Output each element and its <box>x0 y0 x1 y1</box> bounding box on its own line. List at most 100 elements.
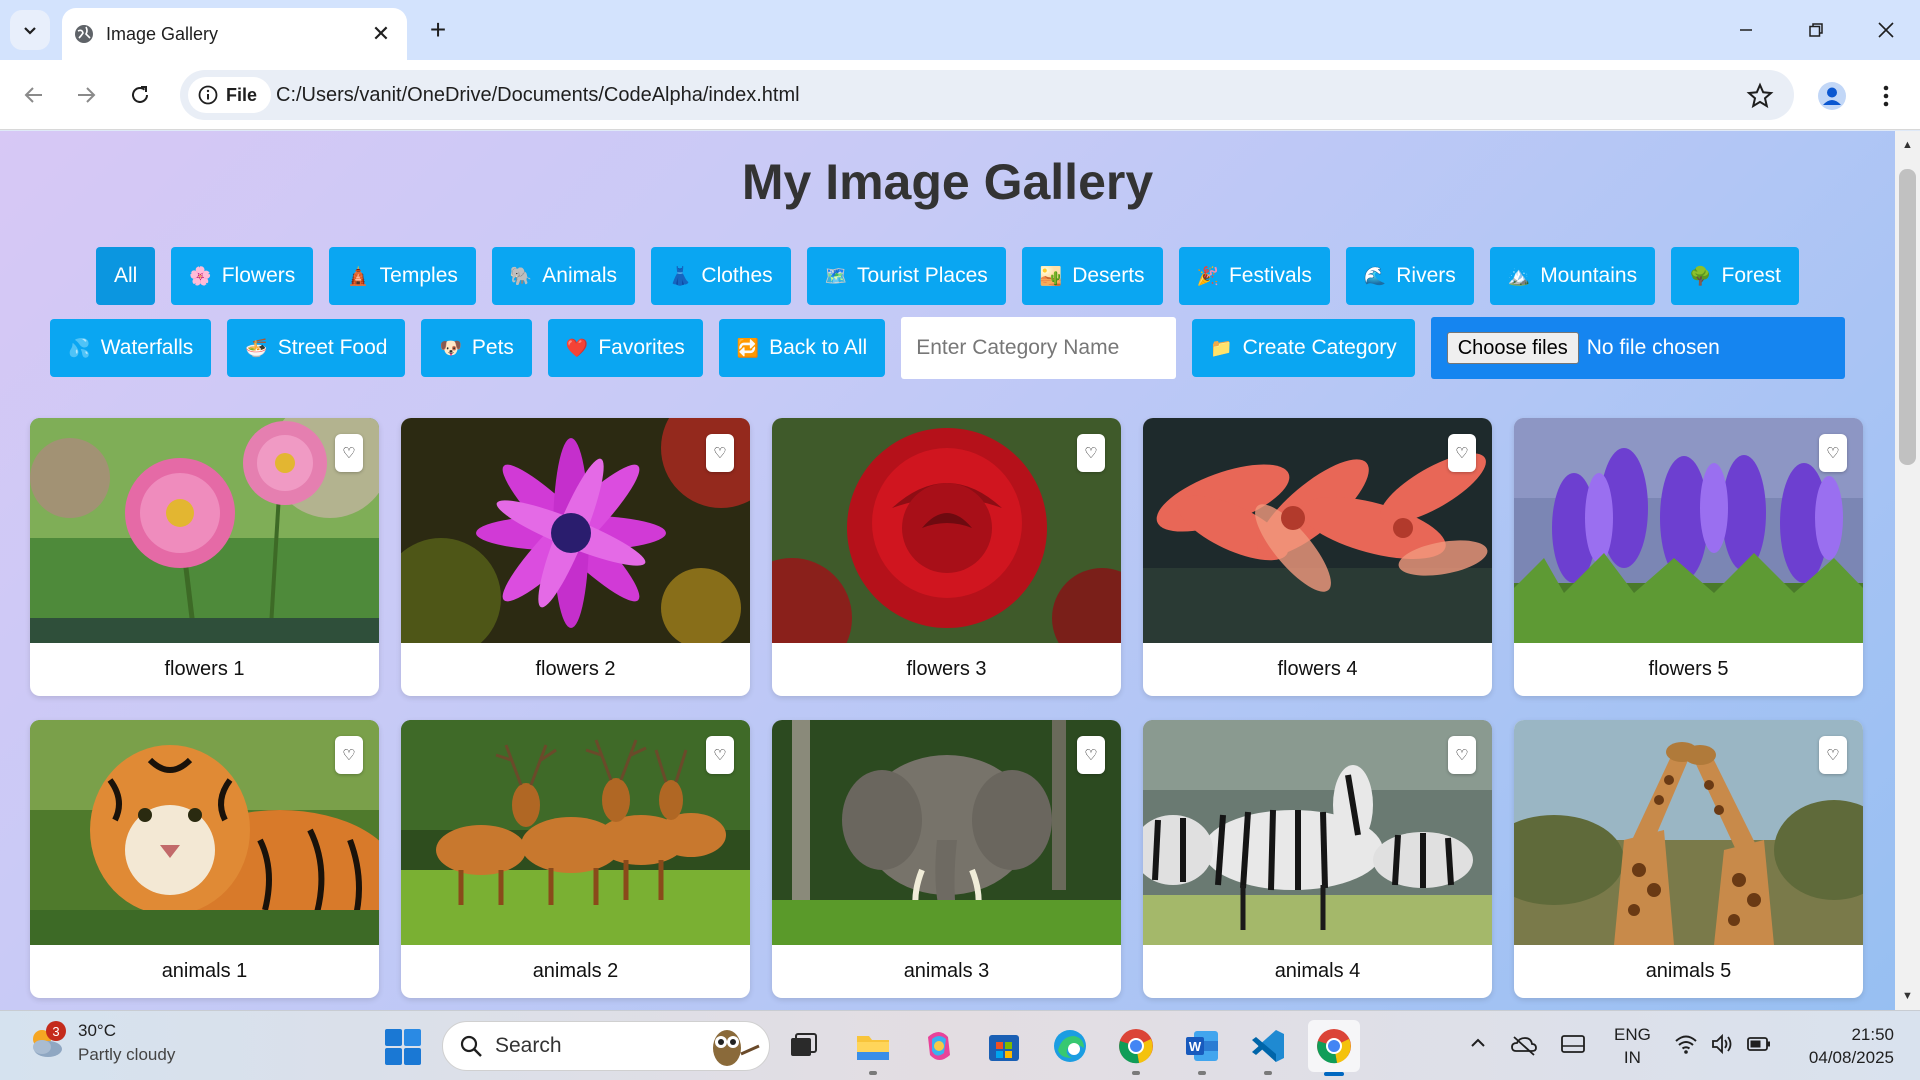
word-icon[interactable]: W <box>1181 1025 1223 1075</box>
category-button-favorites[interactable]: ❤️ Favorites <box>547 319 703 377</box>
category-name-input[interactable] <box>901 317 1177 379</box>
favorite-heart-icon[interactable]: ♡ <box>335 434 363 472</box>
gallery-card[interactable]: ♡ flowers 1 <box>30 418 379 696</box>
weather-badge: 3 <box>46 1021 66 1041</box>
category-button-flowers[interactable]: 🌸 Flowers <box>171 247 314 305</box>
minimize-button[interactable] <box>1724 8 1768 52</box>
bookmark-star-icon[interactable] <box>1746 82 1774 110</box>
category-button-all[interactable]: All <box>95 247 156 305</box>
gallery-image-giraffe[interactable]: ♡ <box>1514 720 1863 945</box>
repeat-icon: 🔁 <box>736 337 760 358</box>
category-button-temples[interactable]: 🛕 Temples <box>329 247 476 305</box>
reload-button[interactable] <box>118 73 162 117</box>
chrome-active-icon[interactable] <box>1308 1020 1360 1076</box>
category-label: Flowers <box>221 264 296 287</box>
favorite-heart-icon[interactable]: ♡ <box>1819 434 1847 472</box>
taskbar-search-box[interactable]: Search <box>442 1021 770 1071</box>
category-button-pets[interactable]: 🐶 Pets <box>421 319 532 377</box>
gallery-card[interactable]: ♡ flowers 4 <box>1143 418 1492 696</box>
weather-temperature: 30°C <box>78 1021 116 1040</box>
category-button-mountains[interactable]: 🏔️ Mountains <box>1489 247 1656 305</box>
close-window-button[interactable] <box>1864 8 1908 52</box>
gallery-card[interactable]: ♡ animals 2 <box>401 720 750 998</box>
category-button-clothes[interactable]: 👗 Clothes <box>651 247 791 305</box>
card-caption: flowers 2 <box>535 658 616 680</box>
favorite-heart-icon[interactable]: ♡ <box>1819 736 1847 774</box>
back-to-all-button[interactable]: 🔁 Back to All <box>718 319 886 377</box>
gallery-card[interactable]: ♡ animals 1 <box>30 720 379 998</box>
new-tab-button[interactable]: + <box>420 12 456 48</box>
scroll-up-arrow-icon[interactable]: ▲ <box>1895 135 1920 155</box>
browser-tab-image-gallery[interactable]: Image Gallery ✕ <box>62 8 407 60</box>
site-info-chip[interactable]: File <box>188 77 272 113</box>
category-button-forest[interactable]: 🌳 Forest <box>1671 247 1800 305</box>
address-bar[interactable]: File C:/Users/vanit/OneDrive/Documents/C… <box>180 70 1794 120</box>
chrome-icon[interactable] <box>1115 1025 1157 1075</box>
forward-button[interactable] <box>64 73 108 117</box>
onedrive-offline-icon[interactable] <box>1510 1033 1538 1057</box>
scroll-down-arrow-icon[interactable]: ▼ <box>1895 986 1920 1006</box>
category-button-waterfalls[interactable]: 💦 Waterfalls <box>50 319 212 377</box>
show-hidden-icons-button[interactable] <box>1468 1033 1488 1053</box>
folder-icon: 📁 <box>1210 337 1233 358</box>
language-indicator[interactable]: ENG IN <box>1614 1023 1651 1069</box>
copilot-icon[interactable] <box>918 1025 960 1067</box>
touch-keyboard-icon[interactable] <box>1560 1033 1586 1055</box>
category-button-animals[interactable]: 🐘 Animals <box>491 247 635 305</box>
create-category-button[interactable]: 📁 Create Category <box>1192 319 1415 377</box>
gallery-card[interactable]: ♡ flowers 3 <box>772 418 1121 696</box>
favorite-heart-icon[interactable]: ♡ <box>706 736 734 774</box>
category-button-deserts[interactable]: 🏜️ Deserts <box>1021 247 1163 305</box>
vscode-icon[interactable] <box>1247 1025 1289 1075</box>
favorite-heart-icon[interactable]: ♡ <box>1448 736 1476 774</box>
gallery-image-elephant[interactable]: ♡ <box>772 720 1121 945</box>
gallery-image-crocus-purple[interactable]: ♡ <box>1514 418 1863 643</box>
battery-icon[interactable] <box>1746 1033 1772 1055</box>
category-label: Pets <box>471 336 514 359</box>
gallery-card[interactable]: ♡ animals 4 <box>1143 720 1492 998</box>
url-text[interactable]: C:/Users/vanit/OneDrive/Documents/CodeAl… <box>276 84 800 107</box>
file-explorer-icon[interactable] <box>852 1025 894 1075</box>
scrollbar-thumb[interactable] <box>1899 169 1916 465</box>
gallery-card[interactable]: ♡ animals 3 <box>772 720 1121 998</box>
category-button-rivers[interactable]: 🌊 Rivers <box>1345 247 1474 305</box>
favorite-heart-icon[interactable]: ♡ <box>1077 736 1105 774</box>
task-view-icon[interactable] <box>782 1025 824 1067</box>
category-label: Clothes <box>701 264 773 287</box>
gallery-card[interactable]: ♡ animals 5 <box>1514 720 1863 998</box>
category-row-2: 💦 Waterfalls 🍜 Street Food 🐶 Pets ❤️ Favorit… <box>0 317 1895 379</box>
gallery-image-deer[interactable]: ♡ <box>401 720 750 945</box>
gallery-image-flower-pink[interactable]: ♡ <box>30 418 379 643</box>
gallery-card[interactable]: ♡ flowers 5 <box>1514 418 1863 696</box>
system-clock[interactable]: 21:50 04/08/2025 <box>1798 1023 1894 1069</box>
weather-widget[interactable]: 3 30°C Partly cloudy <box>26 1019 175 1067</box>
browser-menu-button[interactable] <box>1868 76 1904 116</box>
choose-files-button[interactable]: Choose files <box>1446 332 1579 364</box>
vertical-scrollbar[interactable]: ▲ ▼ <box>1895 131 1920 1010</box>
back-button[interactable] <box>12 73 56 117</box>
edge-browser-icon[interactable] <box>1049 1025 1091 1067</box>
wifi-icon[interactable] <box>1674 1033 1698 1055</box>
category-button-festivals[interactable]: 🎉 Festivals <box>1178 247 1330 305</box>
category-label: Tourist Places <box>857 264 988 287</box>
gallery-card[interactable]: ♡ flowers 2 <box>401 418 750 696</box>
favorite-heart-icon[interactable]: ♡ <box>1448 434 1476 472</box>
file-upload-input[interactable]: Choose files No file chosen <box>1430 317 1845 379</box>
gallery-image-flower-magenta[interactable]: ♡ <box>401 418 750 643</box>
windows-start-icon[interactable] <box>384 1028 422 1066</box>
category-button-street-food[interactable]: 🍜 Street Food <box>227 319 406 377</box>
favorite-heart-icon[interactable]: ♡ <box>706 434 734 472</box>
profile-button[interactable] <box>1812 76 1852 116</box>
gallery-image-rose-red[interactable]: ♡ <box>772 418 1121 643</box>
favorite-heart-icon[interactable]: ♡ <box>335 736 363 774</box>
microsoft-store-icon[interactable] <box>983 1025 1025 1067</box>
category-button-tourist-places[interactable]: 🗺️ Tourist Places <box>806 247 1006 305</box>
tab-search-button[interactable] <box>10 10 50 50</box>
gallery-image-tiger[interactable]: ♡ <box>30 720 379 945</box>
close-tab-icon[interactable]: ✕ <box>367 20 395 48</box>
gallery-image-lily-coral[interactable]: ♡ <box>1143 418 1492 643</box>
restore-button[interactable] <box>1794 8 1838 52</box>
favorite-heart-icon[interactable]: ♡ <box>1077 434 1105 472</box>
volume-icon[interactable] <box>1710 1033 1734 1055</box>
gallery-image-zebra[interactable]: ♡ <box>1143 720 1492 945</box>
